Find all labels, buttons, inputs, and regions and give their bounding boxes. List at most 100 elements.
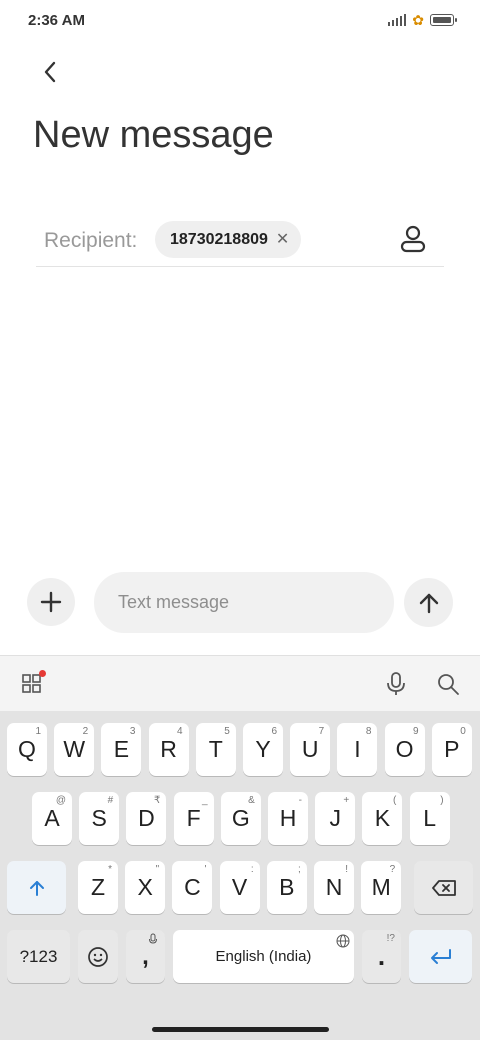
key-t[interactable]: T5: [195, 723, 236, 776]
key-hint: 4: [177, 726, 183, 737]
key-hint: 0: [460, 726, 466, 737]
key-hint: 2: [82, 726, 89, 737]
globe-icon: [336, 934, 350, 948]
microphone-icon[interactable]: [382, 670, 410, 698]
notification-dot: [39, 670, 46, 677]
key-r[interactable]: R4: [148, 723, 189, 776]
key-label: X: [137, 874, 153, 900]
key-hint: #: [107, 795, 114, 806]
key-j[interactable]: J +: [315, 792, 356, 845]
key-hint: -: [298, 795, 302, 806]
mic-hint-icon: [149, 933, 157, 944]
key-hint: 3: [129, 726, 136, 737]
key-hint: _: [202, 795, 208, 806]
key-w[interactable]: W2: [54, 723, 95, 776]
key-label: M: [371, 874, 391, 900]
contact-picker-icon[interactable]: [398, 224, 428, 254]
key-label: Z: [90, 874, 106, 900]
key-hint: !: [345, 864, 348, 875]
key-hint: ): [440, 795, 444, 806]
key-g[interactable]: G &: [220, 792, 261, 845]
keyboard: Q 1 W 2 E 3 R 4 T 5 Y 6 U 7 I 8 O 9 P 0 A @ S # D ₹ F _ G & H - J + K(L) Z *…: [0, 655, 480, 1040]
symbols-key-label: ?123: [19, 946, 58, 966]
emoji-key[interactable]: [78, 930, 118, 983]
key-hint: 8: [365, 726, 372, 737]
key-z[interactable]: Z *: [78, 861, 118, 914]
period-key-hint: !?: [386, 933, 395, 944]
plus-icon: [40, 591, 62, 613]
shift-arrow-icon: [29, 880, 44, 896]
key-hint: +: [343, 795, 350, 806]
key-label: P: [444, 736, 460, 762]
shift-key[interactable]: [7, 861, 66, 914]
key-hint: 6: [271, 726, 277, 737]
key-label: Y: [255, 736, 271, 762]
key-x[interactable]: X ": [125, 861, 166, 914]
key-hint: ₹: [154, 795, 161, 806]
battery-icon: [430, 14, 457, 26]
key-k[interactable]: K(: [362, 792, 403, 845]
enter-key[interactable]: [409, 930, 472, 983]
key-e[interactable]: E3: [101, 723, 142, 776]
key-p[interactable]: P0: [431, 723, 472, 776]
key-label: W: [63, 736, 86, 762]
period-key[interactable]: . !?: [362, 930, 401, 983]
key-o[interactable]: O9: [384, 723, 425, 776]
key-label: N: [325, 874, 343, 900]
key-hint: *: [108, 864, 112, 875]
key-a[interactable]: A @: [32, 792, 72, 845]
key-u[interactable]: U7: [290, 723, 331, 776]
key-hint: 9: [413, 726, 419, 737]
key-v[interactable]: V:: [219, 861, 260, 914]
backspace-icon: [431, 879, 456, 896]
chevron-left-icon: [44, 61, 56, 83]
recipient-chip-number: 18730218809: [170, 230, 268, 248]
key-q[interactable]: Q1: [7, 723, 47, 776]
key-n[interactable]: N!: [314, 861, 354, 914]
key-hint: (: [393, 795, 397, 806]
key-hint: ': [204, 864, 207, 875]
recipient-field[interactable]: Recipient: 18730218809 ✕: [36, 214, 444, 267]
key-label: R: [160, 736, 177, 762]
recipient-chip[interactable]: 18730218809 ✕: [155, 221, 302, 258]
key-l[interactable]: L): [409, 792, 450, 845]
notification-app-icon: ✿: [412, 12, 424, 28]
key-label: V: [231, 874, 248, 900]
search-icon[interactable]: [434, 670, 462, 698]
emoji-icon: [88, 946, 108, 967]
key-c[interactable]: C ': [172, 861, 213, 914]
keyboard-toolbar: [0, 655, 480, 711]
key-s[interactable]: S #: [79, 792, 120, 845]
key-hint: 7: [318, 726, 325, 737]
message-input[interactable]: [94, 572, 394, 633]
key-i[interactable]: I8: [337, 723, 378, 776]
apps-grid-icon[interactable]: [18, 670, 46, 698]
signal-icon: [388, 14, 407, 26]
key-b[interactable]: B;: [266, 861, 307, 914]
key-label: F: [186, 805, 201, 831]
add-attachment-button[interactable]: [27, 578, 75, 626]
comma-key[interactable]: ,: [126, 930, 165, 983]
home-indicator[interactable]: [152, 1027, 329, 1032]
back-button[interactable]: [30, 52, 70, 92]
remove-recipient-icon[interactable]: ✕: [276, 231, 289, 248]
key-y[interactable]: Y6: [243, 723, 283, 776]
key-label: H: [279, 805, 297, 831]
key-f[interactable]: F _: [173, 792, 214, 845]
space-key[interactable]: English (India): [173, 930, 354, 983]
period-key-label: .: [377, 941, 386, 971]
backspace-key[interactable]: [414, 861, 473, 914]
status-icons: ✿: [388, 12, 457, 28]
key-hint: @: [55, 795, 66, 806]
key-label: G: [231, 805, 250, 831]
key-h[interactable]: H-: [268, 792, 308, 845]
key-m[interactable]: M?: [361, 861, 402, 914]
symbols-key[interactable]: ?123: [7, 930, 70, 983]
status-time: 2:36 AM: [28, 12, 85, 29]
key-hint: 5: [224, 726, 230, 737]
key-d[interactable]: D ₹: [126, 792, 167, 845]
key-hint: &: [248, 795, 255, 806]
arrow-up-icon: [419, 593, 438, 613]
key-hint: :: [250, 864, 254, 875]
send-button[interactable]: [404, 578, 453, 627]
